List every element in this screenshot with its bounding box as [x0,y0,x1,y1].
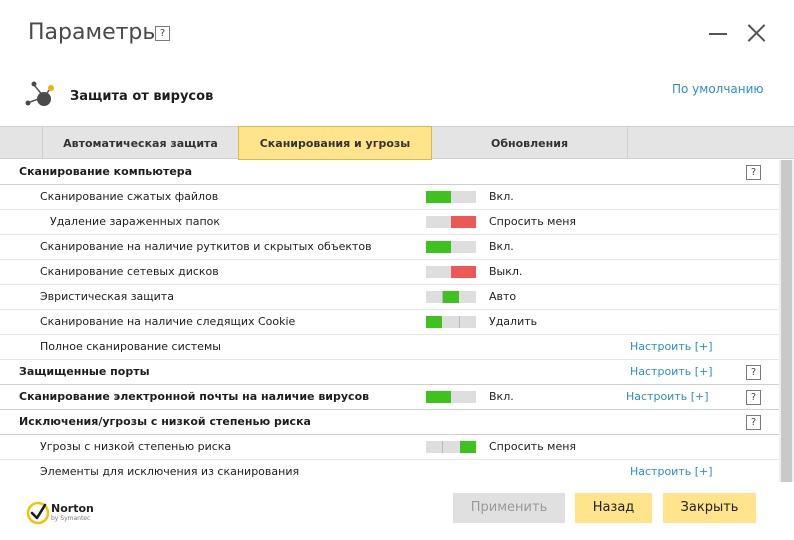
toggle-switch[interactable] [426,391,476,403]
group-computer-scan: Сканирование компьютера ? [0,160,779,185]
section-header: Защита от вирусов По умолчанию [0,72,794,122]
setting-label: Сканирование на наличие руткитов и скрыт… [40,240,372,253]
close-button[interactable]: Закрыть [663,493,756,523]
tab-auto-protect[interactable]: Автоматическая защита [42,127,239,159]
footer: Norton by Symantec Применить Назад Закры… [0,484,794,540]
toggle-switch[interactable] [426,266,476,278]
status-text: Вкл. [489,390,514,403]
setting-row-full-scan: Полное сканирование системы Настроить [+… [0,335,779,360]
virus-protection-icon [25,81,54,106]
toggle-switch[interactable] [426,241,476,253]
configure-link[interactable]: Настроить [+] [626,390,709,403]
group-label: Сканирование электронной почты на наличи… [19,390,370,403]
norton-check-icon [26,501,50,525]
setting-label: Удаление зараженных папок [50,215,221,228]
apply-button[interactable]: Применить [453,493,565,523]
setting-row-scan-exclusions: Элементы для исключения из сканирования … [0,460,779,482]
defaults-link[interactable]: По умолчанию [672,82,764,96]
scrollbar[interactable] [779,160,794,482]
group-exclusions: Исключения/угрозы с низкой степенью риск… [0,410,779,435]
setting-row-tracking-cookies: Сканирование на наличие следящих Cookie … [0,310,779,335]
group-protected-ports: Защищенные порты Настроить [+] ? [0,360,779,385]
toggle-switch[interactable] [426,316,476,328]
toggle-switch[interactable] [426,216,476,228]
status-text: Вкл. [489,190,514,203]
setting-row-rootkits: Сканирование на наличие руткитов и скрыт… [0,235,779,260]
title-bar: Параметры ? [0,0,794,70]
brand-sub: by Symantec [51,515,91,522]
setting-label: Элементы для исключения из сканирования [40,465,300,478]
setting-label: Эвристическая защита [40,290,174,303]
status-text: Удалить [489,315,538,328]
section-title: Защита от вирусов [70,89,214,104]
toggle-switch[interactable] [426,291,476,303]
group-label: Защищенные порты [19,365,150,378]
setting-label: Сканирование сетевых дисков [40,265,219,278]
status-text: Вкл. [489,240,514,253]
group-label: Исключения/угрозы с низкой степенью риск… [19,415,311,428]
help-icon[interactable]: ? [746,390,761,405]
status-text: Авто [489,290,517,303]
setting-label: Угрозы с низкой степенью риска [40,440,232,453]
close-window-button[interactable] [745,22,767,44]
setting-label: Сканирование на наличие следящих Cookie [40,315,296,328]
status-text: Спросить меня [489,440,577,453]
tab-bar: Автоматическая защита Сканирования и угр… [0,126,794,160]
setting-label: Сканирование сжатых файлов [40,190,219,203]
help-icon[interactable]: ? [746,415,761,430]
setting-label: Полное сканирование системы [40,340,221,353]
configure-link[interactable]: Настроить [+] [630,365,713,378]
toggle-switch[interactable] [426,191,476,203]
back-button[interactable]: Назад [575,493,652,523]
configure-link[interactable]: Настроить [+] [630,465,713,478]
brand-name: Norton [51,502,94,515]
setting-row-low-risk: Угрозы с низкой степенью риска Спросить … [0,435,779,460]
status-text: Выкл. [489,265,523,278]
help-icon[interactable]: ? [155,26,170,41]
minimize-button[interactable] [707,22,729,44]
setting-row-heuristic: Эвристическая защита Авто [0,285,779,310]
help-icon[interactable]: ? [746,165,761,180]
group-email-scan: Сканирование электронной почты на наличи… [0,385,779,410]
help-icon[interactable]: ? [746,365,761,380]
window-title: Параметры [28,20,160,45]
norton-logo: Norton by Symantec [26,498,106,528]
setting-row-compressed-files: Сканирование сжатых файлов Вкл. [0,185,779,210]
setting-row-network-drives: Сканирование сетевых дисков Выкл. [0,260,779,285]
tab-scans-threats[interactable]: Сканирования и угрозы [238,126,432,160]
tab-updates[interactable]: Обновления [432,127,628,159]
settings-list: Сканирование компьютера ? Сканирование с… [0,160,779,482]
setting-row-infected-folders: Удаление зараженных папок Спросить меня [0,210,779,235]
toggle-switch[interactable] [426,441,476,453]
scrollbar-thumb[interactable] [781,160,792,482]
group-label: Сканирование компьютера [19,165,193,178]
configure-link[interactable]: Настроить [+] [630,340,713,353]
status-text: Спросить меня [489,215,577,228]
